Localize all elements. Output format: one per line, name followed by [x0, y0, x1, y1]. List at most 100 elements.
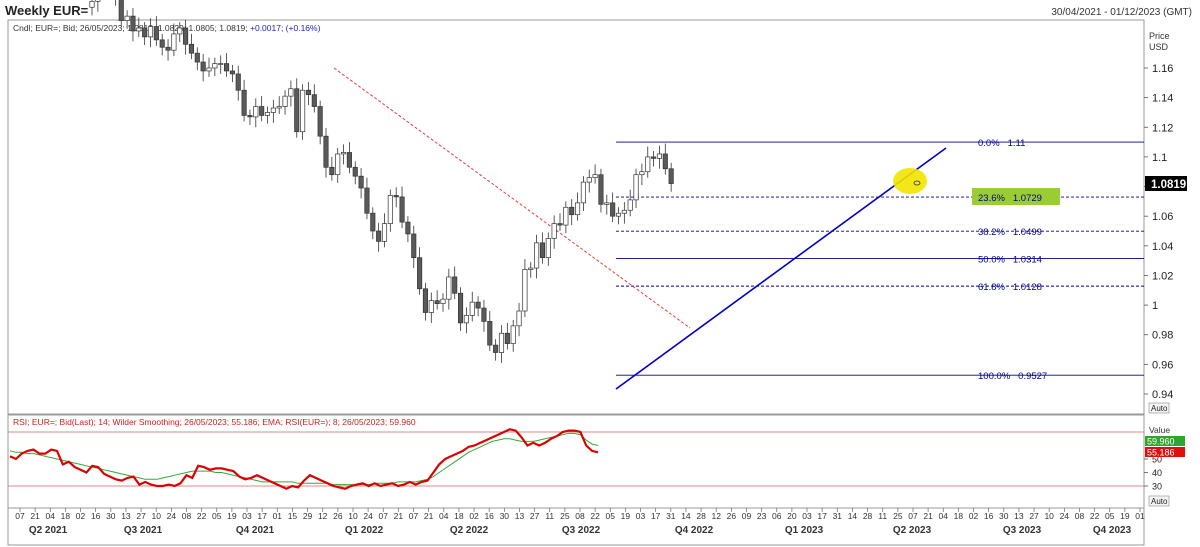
candle	[364, 177, 370, 220]
quarter-label: Q1 2022	[345, 525, 384, 536]
candle	[639, 163, 645, 186]
day-tick-label: 25	[893, 511, 903, 521]
day-tick-label: 02	[969, 511, 979, 521]
candle	[241, 79, 247, 122]
candle	[440, 293, 446, 312]
fib-level-label: 0.0% 1.11	[978, 138, 1025, 149]
price-tick-label: 1.06	[1152, 211, 1173, 223]
quarter-label: Q2 2022	[450, 525, 489, 536]
fibonacci-retracement[interactable]: 0.0% 1.11 23.6% 1.0729 38.2% 1.0499 50.0% 1…	[616, 138, 1144, 382]
candlestick-series	[89, 0, 674, 363]
highlight-marker	[893, 168, 927, 194]
candle	[545, 232, 551, 266]
candle	[434, 290, 440, 310]
candle	[200, 53, 206, 82]
day-tick-label: 07	[409, 511, 419, 521]
candle	[95, 0, 101, 12]
rsi-tick-label: 30	[1152, 482, 1162, 492]
day-tick-label: 07	[908, 511, 918, 521]
candle	[498, 325, 505, 363]
candle	[323, 128, 329, 178]
candle	[645, 146, 651, 178]
day-tick-label: 14	[681, 511, 691, 521]
day-tick-label: 10	[348, 511, 358, 521]
candle	[311, 84, 317, 113]
day-tick-label: 03	[802, 511, 812, 521]
time-axis: 07 21 04 18 02 16 30 13 27 10 24 08 22 05 19 03 17 01 15 29…	[15, 508, 1145, 536]
candle	[235, 65, 241, 101]
candle	[662, 143, 668, 175]
day-tick-label: 28	[863, 511, 873, 521]
candle	[335, 148, 341, 183]
day-tick-label: 12	[711, 511, 721, 521]
day-tick-label: 30	[500, 511, 510, 521]
day-tick-label: 20	[787, 511, 797, 521]
price-panel-frame	[7, 19, 1145, 415]
price-tick-label: 0.94	[1152, 389, 1173, 401]
candle	[534, 234, 540, 279]
day-tick-label: 18	[954, 511, 964, 521]
candle	[422, 282, 429, 321]
candle	[358, 168, 364, 199]
svg-text:1.0819: 1.0819	[1151, 179, 1186, 191]
day-tick-label: 16	[484, 511, 494, 521]
candle	[224, 53, 230, 77]
candle	[598, 168, 604, 213]
day-tick-label: 08	[182, 511, 192, 521]
candle	[346, 142, 352, 174]
fib-level-label: 23.6% 1.0729	[978, 193, 1042, 204]
quarter-label: Q4 2021	[236, 525, 275, 536]
day-tick-label: 12	[318, 511, 328, 521]
candle	[463, 307, 469, 334]
weekly-eur-chart[interactable]: Cndl; EUR=; Bid; 26/05/2023; 1.0813; 1.0…	[0, 0, 1200, 547]
quarter-label: Q4 2023	[1093, 525, 1132, 536]
ema-value-tag: 59.960	[1145, 436, 1185, 447]
rsi-tick-label: 40	[1152, 468, 1162, 478]
day-tick-label: 25	[560, 511, 570, 521]
rsi-value-header: Value	[1149, 425, 1170, 435]
price-auto-button[interactable]: Auto	[1148, 402, 1170, 414]
rsi-axis-ticks: 304050	[1144, 455, 1162, 492]
quarter-label: Q2 2021	[29, 525, 68, 536]
svg-text:Auto: Auto	[1151, 404, 1168, 413]
rsi-line	[9, 428, 599, 490]
price-axis-title: Price	[1149, 31, 1170, 41]
day-tick-label: 08	[1075, 511, 1085, 521]
fib-level-label: 61.8% 1.0128	[978, 282, 1042, 293]
candle	[668, 162, 674, 192]
price-tick-label: 1.1	[1152, 152, 1167, 164]
candle	[621, 202, 627, 224]
candle	[288, 80, 294, 107]
day-tick-label: 08	[575, 511, 585, 521]
day-tick-label: 24	[167, 511, 177, 521]
day-tick-label: 28	[696, 511, 706, 521]
price-tick-label: 1.16	[1152, 63, 1173, 75]
candle	[510, 319, 516, 352]
day-tick-label: 21	[424, 511, 434, 521]
candle	[633, 168, 639, 209]
day-tick-label: 04	[439, 511, 449, 521]
day-tick-label: 17	[257, 511, 267, 521]
day-tick-label: 13	[515, 511, 525, 521]
candle	[627, 189, 633, 217]
candle	[592, 164, 598, 184]
day-tick-label: 27	[1029, 511, 1039, 521]
candle	[159, 33, 165, 56]
price-tick-label: 1.04	[1152, 241, 1173, 253]
candle	[446, 268, 452, 310]
day-tick-label: 24	[1060, 511, 1070, 521]
candle	[218, 55, 224, 74]
day-tick-label: 31	[833, 511, 843, 521]
candle	[387, 189, 393, 232]
day-tick-label: 18	[454, 511, 464, 521]
candle	[300, 84, 306, 140]
candle	[352, 161, 358, 185]
price-axis-unit: USD	[1149, 42, 1169, 52]
candle	[651, 150, 657, 167]
day-tick-label: 10	[151, 511, 161, 521]
candle	[522, 259, 528, 317]
day-tick-label: 02	[76, 511, 86, 521]
rsi-auto-button[interactable]: Auto	[1148, 495, 1170, 507]
candle	[405, 216, 411, 243]
price-axis-ticks: 0.940.960.9811.021.041.061.081.11.121.14…	[1144, 63, 1173, 401]
